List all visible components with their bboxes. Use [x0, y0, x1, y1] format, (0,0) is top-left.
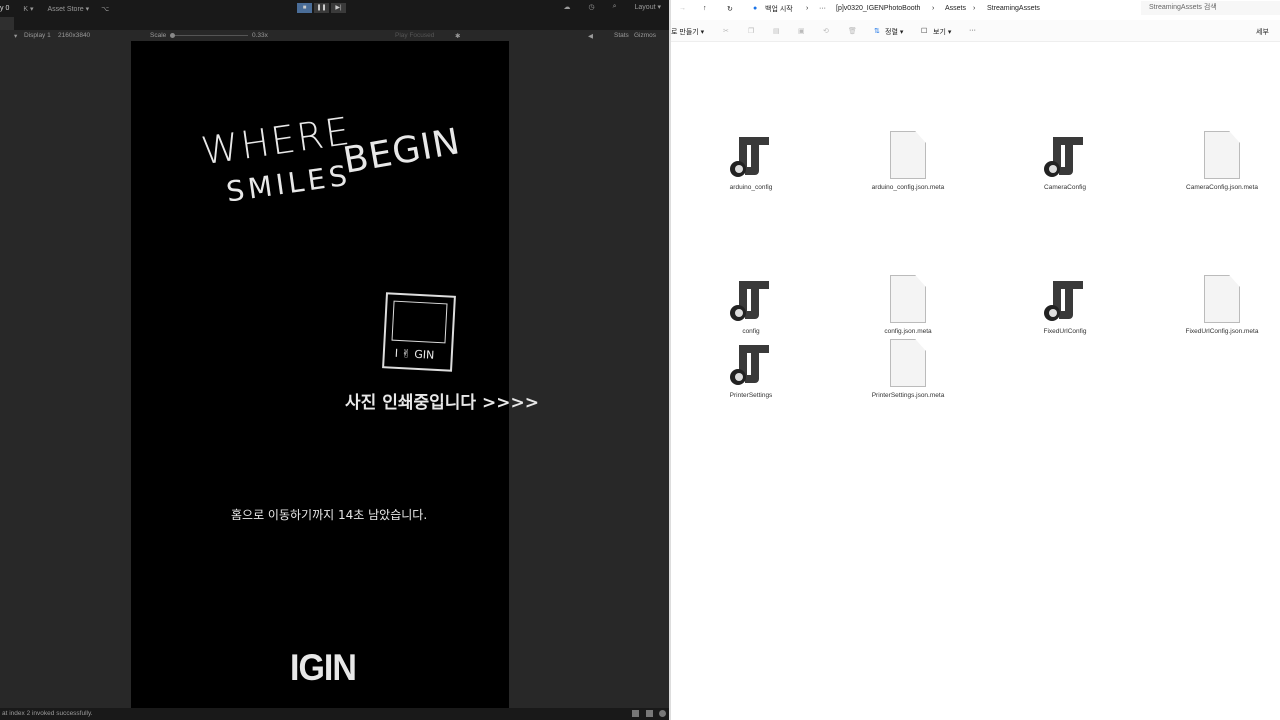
- play-mode-dropdown[interactable]: Play Focused: [395, 32, 434, 39]
- file-name: PrinterSettings: [729, 392, 773, 399]
- share-icon[interactable]: ⟲: [823, 27, 829, 35]
- cloud-icon[interactable]: ☁: [563, 3, 570, 11]
- file-explorer: → ↑ ↻ ● 백업 시작 › ··· [p]v0320_IGENPhotoBo…: [669, 0, 1280, 720]
- layout-dropdown[interactable]: Layout ▾: [635, 3, 661, 11]
- breadcrumb-ellipsis[interactable]: ···: [819, 5, 826, 12]
- mute-icon[interactable]: ◀: [588, 32, 593, 40]
- stats-button[interactable]: Stats: [614, 32, 629, 39]
- file-name: FixedUrlConfig: [1043, 328, 1087, 335]
- breadcrumb-assets[interactable]: Assets: [945, 5, 966, 12]
- rename-icon[interactable]: ▣: [798, 27, 805, 35]
- game-view[interactable]: WHERE BEGIN SMILES I ✌ GIN 사진 인쇄중입니다 >>>…: [131, 41, 539, 708]
- version-control-icon[interactable]: ⌥: [101, 5, 109, 13]
- settings-icon[interactable]: [659, 710, 666, 717]
- play-controls: ■ ❚❚ ▶|: [297, 3, 346, 13]
- account-button[interactable]: y 0: [0, 5, 9, 12]
- file-name: arduino_config.json.meta: [871, 184, 945, 191]
- asset-store-button[interactable]: Asset Store ▾: [47, 5, 89, 13]
- file-name: PrinterSettings.json.meta: [871, 392, 945, 399]
- chevron-icon: ›: [806, 5, 809, 12]
- search-icon[interactable]: ⌕: [613, 3, 617, 11]
- cut-icon[interactable]: ✂: [723, 27, 729, 35]
- title-begin: BEGIN: [340, 121, 464, 182]
- igin-logo: IGIN: [290, 647, 357, 689]
- breadcrumb-streamingassets[interactable]: StreamingAssets: [987, 5, 1040, 12]
- search-input[interactable]: StreamingAssets 검색: [1141, 1, 1280, 15]
- json-file-icon: [1044, 137, 1083, 177]
- file-name: arduino_config: [729, 184, 773, 191]
- user-button[interactable]: K ▾: [23, 5, 33, 13]
- sticker-text: I ✌ GIN: [394, 346, 435, 362]
- file-name: FixedUrlConfig.json.meta: [1185, 328, 1259, 335]
- json-file-icon: [730, 281, 769, 321]
- sticker-illustration: I ✌ GIN: [382, 292, 456, 372]
- more-button[interactable]: ···: [969, 27, 976, 34]
- scale-slider[interactable]: [170, 33, 248, 38]
- json-file-icon: [1044, 281, 1083, 321]
- breadcrumb-project[interactable]: [p]v0320_IGENPhotoBooth: [836, 5, 920, 12]
- chevron-icon: ›: [932, 5, 935, 12]
- new-button[interactable]: 로 만들기 ▾: [671, 27, 704, 37]
- progress-icon[interactable]: [646, 710, 653, 717]
- json-file-icon: [730, 137, 769, 177]
- unity-toolbar: y 0 K ▾ Asset Store ▾ ⌥ ■ ❚❚ ▶| ☁ ◷ ⌕ La…: [0, 0, 669, 17]
- copy-icon[interactable]: ❐: [748, 27, 754, 35]
- document-file-icon: [890, 339, 926, 387]
- document-file-icon: [890, 131, 926, 179]
- display-dropdown[interactable]: Display 1: [24, 32, 51, 39]
- play-button[interactable]: ■: [297, 3, 312, 13]
- game-tab[interactable]: [0, 17, 14, 30]
- game-tab-row: [0, 17, 669, 30]
- status-bar: at index 2 invoked successfully.: [0, 708, 669, 720]
- step-button[interactable]: ▶|: [331, 3, 346, 13]
- pause-button[interactable]: ❚❚: [314, 3, 329, 13]
- console-icon[interactable]: [632, 710, 639, 717]
- scale-label: Scale: [150, 32, 167, 39]
- printing-message: 사진 인쇄중입니다 >>>>: [345, 393, 539, 413]
- console-message[interactable]: at index 2 invoked successfully.: [2, 710, 93, 717]
- bear-photo-icon: [391, 300, 448, 344]
- command-bar: 로 만들기 ▾ ✂ ❐ ▤ ▣ ⟲ 🗑 ⇅ 정렬 ▾ ☐ 보기 ▾ ··· 세부: [671, 20, 1280, 42]
- resolution-dropdown[interactable]: 2160x3840: [58, 32, 90, 39]
- sort-button[interactable]: 정렬 ▾: [885, 27, 903, 37]
- paste-icon[interactable]: ▤: [773, 27, 780, 35]
- file-name: config: [742, 328, 760, 335]
- history-icon[interactable]: ◷: [588, 3, 594, 11]
- unity-editor: y 0 K ▾ Asset Store ▾ ⌥ ■ ❚❚ ▶| ☁ ◷ ⌕ La…: [0, 0, 669, 720]
- document-file-icon: [1204, 275, 1240, 323]
- gizmos-button[interactable]: Gizmos: [634, 32, 656, 39]
- document-file-icon: [1204, 131, 1240, 179]
- breadcrumb-root[interactable]: 백업 시작: [765, 4, 793, 14]
- details-button[interactable]: 세부: [1256, 27, 1269, 37]
- countdown-message: 홈으로 이동하기까지 14초 남았습니다.: [231, 508, 428, 522]
- delete-icon[interactable]: 🗑: [848, 27, 857, 35]
- document-file-icon: [890, 275, 926, 323]
- scale-value: 0.33x: [252, 32, 268, 39]
- up-icon[interactable]: ↑: [703, 5, 707, 12]
- sort-icon: ⇅: [874, 28, 880, 35]
- file-name: config.json.meta: [884, 328, 932, 335]
- chevron-icon: ›: [973, 5, 976, 12]
- forward-icon[interactable]: →: [679, 5, 686, 12]
- display-dropdown-icon[interactable]: ▾: [14, 32, 17, 40]
- game-view-toolbar: ▾ Display 1 2160x3840 Scale 0.33x Play F…: [0, 30, 669, 41]
- refresh-icon[interactable]: ↻: [727, 5, 733, 13]
- cloud-folder-icon: ●: [753, 5, 758, 12]
- bug-icon[interactable]: ✱: [455, 32, 460, 40]
- file-name: CameraConfig.json.meta: [1186, 184, 1258, 191]
- scale-slider-handle[interactable]: [170, 33, 175, 38]
- view-button[interactable]: 보기 ▾: [933, 27, 951, 37]
- file-name: CameraConfig: [1044, 184, 1086, 191]
- json-file-icon: [730, 345, 769, 385]
- view-icon: ☐: [921, 28, 928, 35]
